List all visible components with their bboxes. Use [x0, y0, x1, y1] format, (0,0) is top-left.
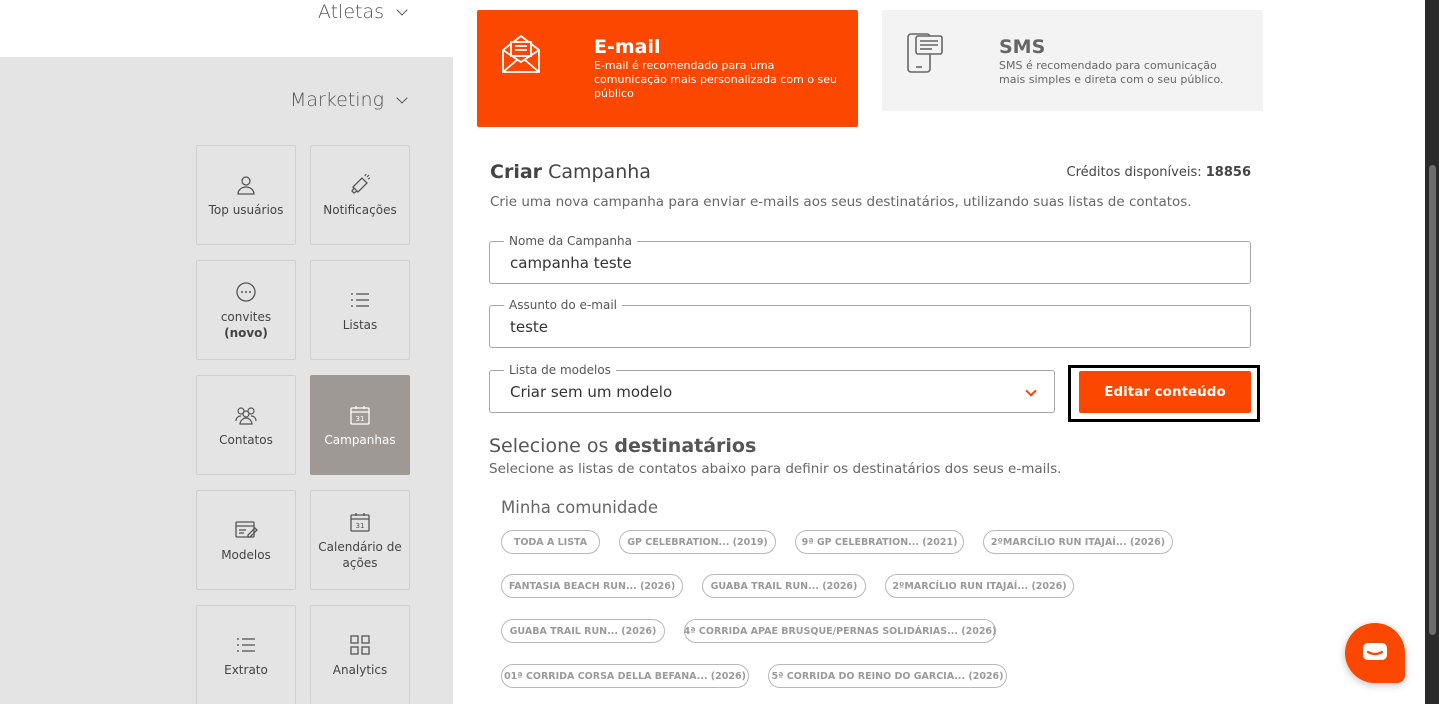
- menu-atletas-label: Atletas: [317, 1, 384, 23]
- tile-label: Notificações: [323, 202, 397, 217]
- page-subtitle: Crie uma nova campanha para enviar e-mai…: [490, 194, 1192, 210]
- tile-analytics[interactable]: Analytics: [310, 605, 410, 704]
- credits-available: Créditos disponíveis: 18856: [1067, 165, 1251, 180]
- list-chip[interactable]: 9ª GP CELEBRATION... (2021): [795, 530, 964, 554]
- svg-text:31: 31: [356, 415, 365, 423]
- list-chip[interactable]: 01ª CORRIDA CORSA DELLA BEFANA... (2026): [501, 664, 749, 688]
- chevron-down-icon: [396, 91, 408, 104]
- calendar-icon: 31: [350, 405, 370, 425]
- chat-widget-button[interactable]: [1345, 623, 1405, 683]
- credits-value: 18856: [1205, 165, 1251, 180]
- list-chip[interactable]: GUABA TRAIL RUN... (2026): [501, 619, 665, 643]
- campaign-name-field[interactable]: Nome da Campanha: [489, 233, 1251, 284]
- channel-sms-card[interactable]: SMS SMS é recomendado para comunicação m…: [882, 10, 1263, 111]
- recipients-title-rest: Selecione os: [489, 435, 615, 457]
- channel-email-title: E-mail: [594, 36, 661, 58]
- template-select-label: Lista de modelos: [504, 362, 616, 378]
- svg-text:31: 31: [356, 522, 365, 530]
- list-chip[interactable]: GUABA TRAIL RUN... (2026): [702, 574, 866, 598]
- channel-email-card[interactable]: E-mail E-mail é recomendado para uma com…: [477, 10, 858, 127]
- group-icon: [235, 406, 257, 425]
- tile-label: Analytics: [332, 662, 388, 677]
- email-subject-label: Assunto do e-mail: [504, 297, 622, 313]
- tile-extrato[interactable]: Extrato: [196, 605, 296, 704]
- community-group-title: Minha comunidade: [501, 498, 659, 517]
- tile-new-badge: (novo): [224, 325, 268, 340]
- user-icon: [237, 175, 255, 195]
- list-chip[interactable]: GP CELEBRATION... (2019): [619, 530, 776, 554]
- tile-modelos[interactable]: Modelos: [196, 490, 296, 590]
- list-chip[interactable]: TODA A LISTA: [501, 530, 600, 554]
- tile-label: Calendário de ações: [318, 539, 402, 570]
- sidebar: Atletas Marketing Top usuários Notificaç…: [0, 0, 453, 704]
- list-icon: [237, 637, 255, 652]
- envelope-icon: [502, 34, 540, 73]
- tile-top-usuarios[interactable]: Top usuários: [196, 145, 296, 245]
- tile-campanhas[interactable]: 31 Campanhas: [310, 375, 410, 475]
- phone-message-icon: [907, 33, 943, 73]
- email-subject-field[interactable]: Assunto do e-mail: [489, 297, 1251, 348]
- tile-convites[interactable]: convites (novo): [196, 260, 296, 360]
- menu-atletas[interactable]: Atletas: [317, 1, 408, 23]
- menu-marketing-label: Marketing: [289, 89, 384, 111]
- tile-listas[interactable]: Listas: [310, 260, 410, 360]
- tile-label: Modelos: [221, 547, 271, 562]
- list-chip[interactable]: 5ª CORRIDA DO REINO DO GARCIA... (2026): [768, 664, 1007, 688]
- menu-marketing[interactable]: Marketing: [289, 89, 408, 111]
- list-chip[interactable]: FANTASIA BEACH RUN... (2026): [501, 574, 683, 598]
- list-chip[interactable]: 4ª CORRIDA APAE BRUSQUE/PERNAS SOLIDÁRIA…: [684, 619, 996, 643]
- tile-label: Campanhas: [324, 432, 396, 447]
- tile-label: Listas: [342, 317, 378, 332]
- page-title-bold: Criar: [490, 161, 543, 183]
- credits-label: Créditos disponíveis:: [1066, 165, 1206, 180]
- chat-bubble-icon: [236, 281, 256, 302]
- calendar-icon: 31: [350, 512, 370, 532]
- tile-label: Top usuários: [208, 202, 284, 217]
- channel-email-text: E-mail E-mail é recomendado para uma com…: [594, 36, 839, 101]
- grid-icon: [350, 634, 370, 655]
- page-title: Criar Campanha: [490, 161, 651, 183]
- campaign-name-label: Nome da Campanha: [504, 233, 637, 249]
- tile-notificacoes[interactable]: Notificações: [310, 145, 410, 245]
- list-chip[interactable]: 2ºMARCÍLIO RUN ITAJAÍ... (2026): [983, 530, 1173, 554]
- tile-contatos[interactable]: Contatos: [196, 375, 296, 475]
- edit-content-button[interactable]: Editar conteúdo: [1079, 371, 1251, 413]
- list-chip[interactable]: 2ºMARCÍLIO RUN ITAJAÍ... (2026): [885, 574, 1074, 598]
- chat-icon: [1363, 643, 1387, 660]
- scrollbar-thumb[interactable]: [1429, 165, 1436, 635]
- megaphone-icon: [351, 173, 371, 194]
- chevron-down-icon: [396, 3, 408, 16]
- channel-sms-desc: SMS é recomendado para comunicação mais …: [999, 59, 1224, 86]
- tile-label: Contatos: [219, 432, 273, 447]
- tile-label: Extrato: [224, 662, 268, 677]
- page-title-rest: Campanha: [542, 161, 651, 183]
- campaign-name-input[interactable]: [510, 254, 1210, 272]
- email-subject-input[interactable]: [510, 318, 1210, 336]
- tile-calendario[interactable]: 31 Calendário de ações: [310, 490, 410, 590]
- recipients-title-bold: destinatários: [614, 435, 757, 457]
- recipients-title: Selecione os destinatários: [489, 435, 756, 457]
- tile-label: convites: [220, 309, 272, 324]
- template-edit-icon: [235, 520, 258, 538]
- channel-sms-text: SMS SMS é recomendado para comunicação m…: [999, 36, 1244, 87]
- recipients-subtitle: Selecione as listas de contatos abaixo p…: [489, 461, 1062, 477]
- template-select[interactable]: Lista de modelos Criar sem um modelo: [489, 362, 1055, 413]
- channel-email-desc: E-mail é recomendado para uma comunicaçã…: [594, 59, 838, 100]
- list-icon: [351, 292, 369, 307]
- channel-sms-title: SMS: [999, 36, 1046, 58]
